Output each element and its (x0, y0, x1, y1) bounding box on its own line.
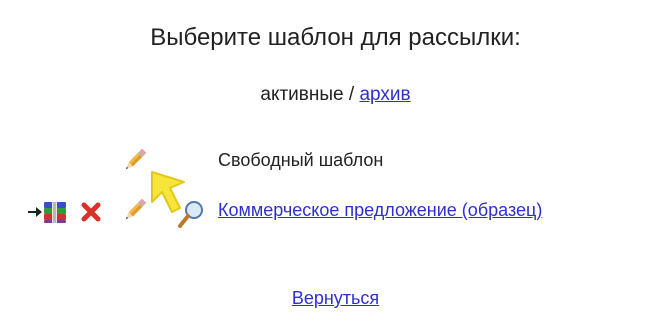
archive-books-icon[interactable] (27, 198, 71, 226)
back-link[interactable]: Вернуться (292, 288, 379, 308)
filter-separator: / (343, 84, 360, 105)
delete-x-icon[interactable] (80, 200, 102, 224)
pencil-icon[interactable] (121, 146, 149, 174)
view-magnifier-icon[interactable] (160, 196, 210, 228)
template-name-free: Свободный шаблон (218, 150, 384, 170)
filter-archive-link[interactable]: архив (359, 84, 410, 105)
footer-back: Вернуться (0, 288, 671, 309)
pencil-icon[interactable] (121, 196, 149, 224)
template-row-commercial: Коммерческое предложение (образец) (0, 196, 671, 228)
filter-active[interactable]: активные (260, 84, 343, 105)
page-title: Выберите шаблон для рассылки: (150, 24, 521, 51)
template-filter: активные / архив (0, 84, 671, 106)
template-link-commercial[interactable]: Коммерческое предложение (образец) (218, 200, 542, 221)
template-row-free: Свободный шаблон (0, 146, 671, 178)
